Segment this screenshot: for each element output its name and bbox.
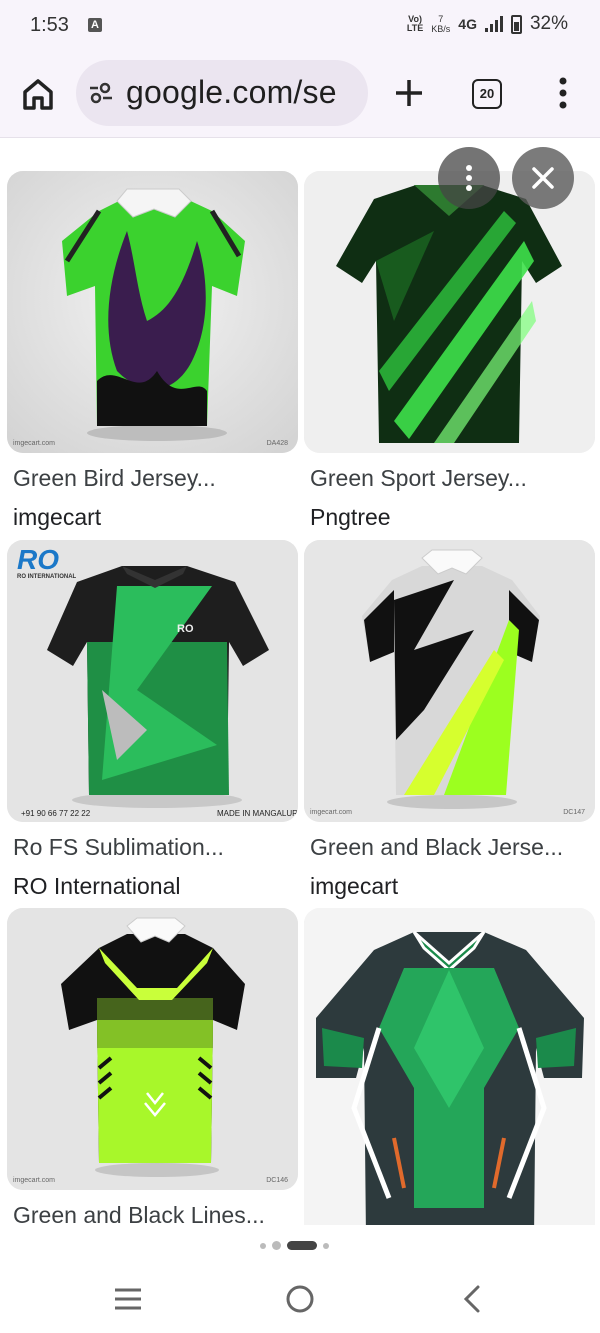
result-thumbnail[interactable]: imgecart.com DC146: [7, 908, 298, 1190]
result-source: imgecart: [310, 873, 399, 899]
page-dot: [272, 1241, 281, 1250]
shirt-logo: RO: [177, 623, 194, 635]
page-dot: [260, 1242, 266, 1249]
result-card[interactable]: Green Sport Jersey... Pngtree: [304, 171, 595, 531]
result-title[interactable]: Green Bird Jersey...: [13, 465, 295, 492]
browser-toolbar: google.com/se 20: [0, 52, 600, 138]
result-card[interactable]: RO RO INTERNATIONAL RO +91 90 66 77 22 2…: [7, 540, 298, 900]
result-card[interactable]: imgecart.com DC146 Green and Black Lines…: [7, 908, 298, 1225]
result-thumbnail[interactable]: RO RO INTERNATIONAL RO +91 90 66 77 22 2…: [7, 540, 298, 822]
result-source: Pngtree: [310, 504, 391, 530]
watermark: imgecart.com: [13, 440, 56, 447]
status-indicators: Vo) LTE 7 KB/s 4G 32%: [407, 13, 568, 35]
back-icon: [463, 1285, 480, 1313]
close-icon: [532, 167, 554, 189]
recent-apps-button[interactable]: [110, 1282, 146, 1316]
watermark: DC146: [266, 1177, 288, 1184]
page-dot: [323, 1242, 329, 1249]
url-text: google.com/se: [126, 74, 337, 110]
result-title[interactable]: Green and Black Lines...: [13, 1202, 295, 1225]
new-tab-button[interactable]: [392, 76, 426, 110]
close-button[interactable]: [512, 147, 574, 209]
more-vert-icon: [559, 77, 567, 109]
result-thumbnail[interactable]: [304, 171, 595, 453]
result-title[interactable]: Ro FS Sublimation...: [13, 834, 295, 861]
result-source: imgecart: [13, 504, 102, 530]
circle-home-icon: [286, 1285, 314, 1313]
battery-percent: 32%: [529, 13, 568, 34]
result-thumbnail[interactable]: imgecart.com DC147: [304, 540, 595, 822]
result-thumbnail[interactable]: imgecart.com DA428: [7, 171, 298, 453]
watermark: DC147: [563, 809, 585, 816]
menu-icon: [115, 1288, 141, 1310]
battery-icon: [510, 14, 522, 34]
result-card[interactable]: imgecart.com DC147 Green and Black Jerse…: [304, 540, 595, 900]
plus-icon: [396, 80, 422, 106]
brand-logo: RO: [17, 544, 59, 575]
tune-icon[interactable]: [88, 80, 114, 106]
result-card[interactable]: imgecart.com DA428 Green Bird Jersey... …: [7, 171, 298, 531]
brand-logo-subtitle: RO INTERNATIONAL: [17, 574, 77, 580]
image-results-grid: imgecart.com DA428 Green Bird Jersey... …: [0, 139, 600, 1225]
browser-menu-button[interactable]: [552, 76, 574, 110]
system-nav-bar: [0, 1262, 600, 1333]
page-indicator: [260, 1241, 329, 1250]
watermark: imgecart.com: [310, 809, 353, 816]
back-button[interactable]: [456, 1282, 492, 1316]
volte-icon: Vo) LTE: [406, 14, 424, 33]
network-speed: 7 KB/s: [431, 14, 451, 34]
result-thumbnail[interactable]: [304, 908, 595, 1225]
tabs-icon[interactable]: 20: [472, 79, 502, 109]
home-nav-button[interactable]: [282, 1282, 318, 1316]
omnibox[interactable]: google.com/se: [76, 60, 368, 126]
more-options-button[interactable]: [438, 147, 500, 209]
watermark: imgecart.com: [13, 1177, 56, 1184]
result-source: RO International: [13, 873, 181, 899]
home-icon: [23, 79, 53, 110]
result-title[interactable]: Green Sport Jersey...: [310, 465, 592, 492]
signal-icon: [484, 16, 503, 32]
made-in-text: MADE IN MANGALURU: [217, 809, 298, 818]
status-time: 1:53: [30, 14, 69, 36]
watermark: DA428: [266, 440, 288, 447]
result-card[interactable]: [304, 908, 595, 1225]
network-type: 4G: [458, 16, 477, 32]
status-bar: 1:53 A Vo) LTE 7 KB/s 4G 32%: [0, 0, 600, 52]
notification-icon: A: [88, 18, 102, 32]
home-button[interactable]: [20, 76, 56, 112]
page-dot-active: [287, 1241, 317, 1250]
phone-number: +91 90 66 77 22 22: [21, 809, 91, 818]
result-title[interactable]: Green and Black Jerse...: [310, 834, 592, 861]
more-vert-icon: [466, 165, 472, 191]
